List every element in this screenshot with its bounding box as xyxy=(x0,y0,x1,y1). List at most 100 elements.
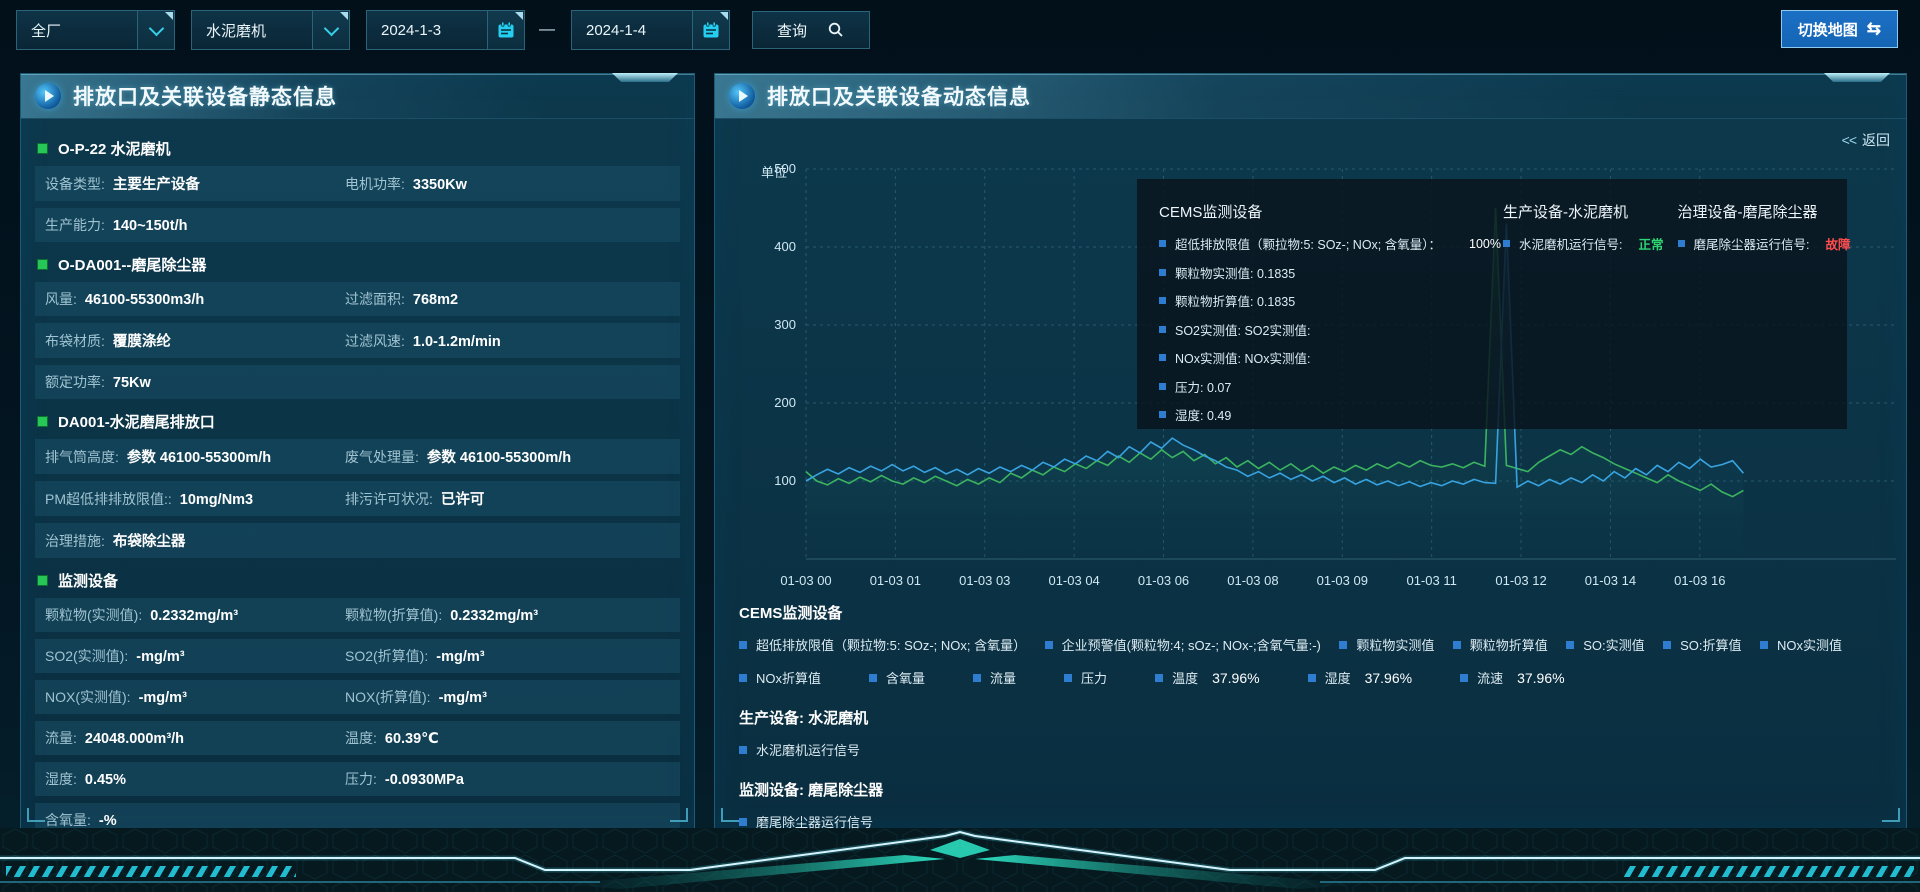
tooltip-item: SO2实测值: SO2实测值: xyxy=(1159,320,1489,339)
legend-item[interactable]: 水泥磨机运行信号 xyxy=(739,740,860,759)
legend-bullet-icon xyxy=(1155,674,1163,682)
tooltip-production-column: 生产设备-水泥磨机 水泥磨机运行信号: 正常 xyxy=(1503,195,1664,413)
date-start-picker[interactable]: 2024-1-3 xyxy=(366,10,525,50)
field: 流量:24048.000m³/h xyxy=(45,728,345,748)
legend-item[interactable]: 企业预警值(颗粒物:4; sOz-; NOx-;含氧气量:-) xyxy=(1045,635,1321,654)
chevron-down-icon xyxy=(323,20,339,36)
field: PM超低排排放限值::10mg/Nm3 xyxy=(45,489,345,509)
legend-row-2: NOx折算值 含氧量 流量 压力 温度37.96% 湿度37.96% 流速37.… xyxy=(739,668,1882,687)
legend-item[interactable]: 流速37.96% xyxy=(1460,668,1565,687)
svg-text:01-03 09: 01-03 09 xyxy=(1317,573,1368,588)
field: 额定功率:75Kw xyxy=(45,372,345,392)
legend-production-title: 生产设备: 水泥磨机 xyxy=(739,707,1882,728)
field: 过滤面积:768m2 xyxy=(345,289,670,309)
tooltip-item: 压力: 0.07 xyxy=(1159,377,1489,396)
bullet-icon xyxy=(1678,240,1685,247)
field: 电机功率:3350Kw xyxy=(345,174,670,194)
date-end-value: 2024-1-4 xyxy=(572,11,692,49)
section-bullet-icon xyxy=(37,575,48,586)
tooltip-production-title: 生产设备-水泥磨机 xyxy=(1503,201,1664,222)
legend-item[interactable]: 流量 xyxy=(973,668,1016,687)
legend-bullet-icon xyxy=(1045,641,1053,649)
query-button-label: 查询 xyxy=(777,20,807,41)
legend-bullet-icon xyxy=(1566,641,1574,649)
legend-item[interactable]: 湿度37.96% xyxy=(1308,668,1413,687)
query-button[interactable]: 查询 xyxy=(752,11,870,49)
svg-text:01-03 06: 01-03 06 xyxy=(1138,573,1189,588)
field: NOX(实测值):-mg/m³ xyxy=(45,687,345,707)
legend-item[interactable]: NOx实测值 xyxy=(1760,635,1842,654)
plant-select-value: 全厂 xyxy=(17,11,137,49)
legend-bullet-icon xyxy=(973,674,981,682)
device-select-value: 水泥磨机 xyxy=(192,11,312,49)
bullet-icon xyxy=(1159,411,1166,418)
plant-select-dropdown-box[interactable] xyxy=(137,11,174,49)
field: 风量:46100-55300m3/h xyxy=(45,289,345,309)
legend-bullet-icon xyxy=(739,746,747,754)
section-title: 监测设备 xyxy=(58,570,118,591)
legend-bullet-icon xyxy=(739,818,747,826)
date-start-icon-box[interactable] xyxy=(487,11,524,49)
bullet-icon xyxy=(1159,383,1166,390)
info-row: 生产能力:140~150t/h xyxy=(35,208,680,242)
info-row: 颗粒物(实测值):0.2332mg/m³ 颗粒物(折算值):0.2332mg/m… xyxy=(35,598,680,632)
tooltip-cems-column: CEMS监测设备 超低排放限值（颗拉物:5: SOz-; NOx; 含氧量）： … xyxy=(1159,195,1489,413)
plant-select[interactable]: 全厂 xyxy=(16,10,175,50)
info-group-production-device: O-P-22 水泥磨机 设备类型:主要生产设备 电机功率:3350Kw 生产能力… xyxy=(35,133,680,242)
info-row: 流量:24048.000m³/h 温度:60.39℃ xyxy=(35,721,680,755)
tooltip-item: 颗粒物折算值: 0.1835 xyxy=(1159,291,1489,310)
bullet-icon xyxy=(1503,240,1510,247)
section-rows: 排气筒高度:参数 46100-55300m/h 废气处理量:参数 46100-5… xyxy=(35,439,680,558)
field: 含氧量:-% xyxy=(45,810,345,830)
field: SO2(折算值):-mg/m³ xyxy=(345,646,670,666)
legend-item[interactable]: 颗粒物实测值 xyxy=(1339,635,1434,654)
date-range-separator: — xyxy=(539,21,555,39)
date-end-picker[interactable]: 2024-1-4 xyxy=(571,10,730,50)
legend-item[interactable]: NOx折算值 xyxy=(739,668,821,687)
info-row: 排气筒高度:参数 46100-55300m/h 废气处理量:参数 46100-5… xyxy=(35,439,680,474)
legend-bullet-icon xyxy=(739,641,747,649)
legend-row-1: 超低排放限值（颗拉物:5: SOz-; NOx; 含氧量） 企业预警值(颗粒物:… xyxy=(739,635,1882,654)
calendar-icon xyxy=(702,21,720,39)
legend-bullet-icon xyxy=(869,674,877,682)
back-button[interactable]: <<返回 xyxy=(1842,130,1890,150)
tooltip-item: 超低排放限值（颗拉物:5: SOz-; NOx; 含氧量）： 100% xyxy=(1159,234,1489,253)
legend-item[interactable]: 温度37.96% xyxy=(1155,668,1260,687)
device-select[interactable]: 水泥磨机 xyxy=(191,10,350,50)
legend-bullet-icon xyxy=(1663,641,1671,649)
info-group-dust-collector: O-DA001--磨尾除尘器 风量:46100-55300m3/h 过滤面积:7… xyxy=(35,249,680,399)
legend-item[interactable]: 压力 xyxy=(1064,668,1107,687)
play-icon xyxy=(35,83,61,109)
tooltip-production-items: 水泥磨机运行信号: 正常 xyxy=(1503,234,1664,253)
section-header: O-DA001--磨尾除尘器 xyxy=(37,249,680,279)
search-icon xyxy=(827,21,845,39)
svg-text:300: 300 xyxy=(774,317,796,332)
field: 布袋材质:覆膜涤纶 xyxy=(45,330,345,351)
section-header: O-P-22 水泥磨机 xyxy=(37,133,680,163)
legend-item[interactable]: 含氧量 xyxy=(869,668,925,687)
field: 治理措施:布袋除尘器 xyxy=(45,530,345,551)
svg-text:500: 500 xyxy=(774,161,796,176)
section-header: 监测设备 xyxy=(37,565,680,595)
back-arrows-icon: << xyxy=(1842,132,1856,148)
swap-arrows-icon: ⇆ xyxy=(1867,19,1881,39)
tooltip-item: 磨尾除尘器运行信号: 故障 xyxy=(1678,234,1851,253)
switch-map-button[interactable]: 切换地图 ⇆ xyxy=(1781,10,1898,48)
date-end-icon-box[interactable] xyxy=(692,11,729,49)
info-group-outlet: DA001-水泥磨尾排放口 排气筒高度:参数 46100-55300m/h 废气… xyxy=(35,406,680,558)
device-select-dropdown-box[interactable] xyxy=(312,11,349,49)
legend-item[interactable]: 颗粒物折算值 xyxy=(1453,635,1548,654)
legend-item[interactable]: 超低排放限值（颗拉物:5: SOz-; NOx; 含氧量） xyxy=(739,635,1026,654)
svg-text:01-03 16: 01-03 16 xyxy=(1674,573,1725,588)
bullet-icon xyxy=(1159,297,1166,304)
field: 湿度:0.45% xyxy=(45,769,345,789)
info-row: 风量:46100-55300m3/h 过滤面积:768m2 xyxy=(35,282,680,316)
section-rows: 风量:46100-55300m3/h 过滤面积:768m2 布袋材质:覆膜涤纶 … xyxy=(35,282,680,399)
svg-text:400: 400 xyxy=(774,239,796,254)
legend-bullet-icon xyxy=(1453,641,1461,649)
legend-item[interactable]: 磨尾除尘器运行信号 xyxy=(739,812,873,831)
tooltip-treatment-title: 治理设备-磨尾除尘器 xyxy=(1678,201,1851,222)
legend-item[interactable]: SO:折算值 xyxy=(1663,635,1741,654)
field: SO2(实测值):-mg/m³ xyxy=(45,646,345,666)
legend-item[interactable]: SO:实测值 xyxy=(1566,635,1644,654)
